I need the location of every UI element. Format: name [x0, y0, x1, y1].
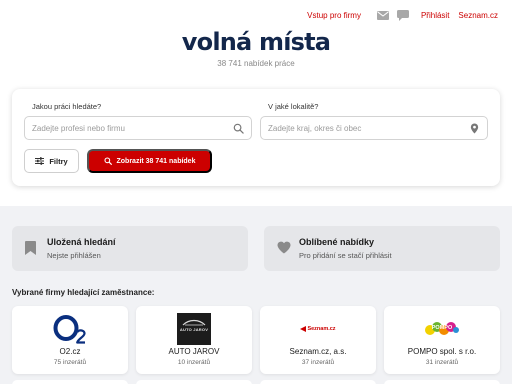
search-icon: [103, 157, 112, 165]
mail-icon[interactable]: [376, 10, 389, 20]
employer-login-link[interactable]: Vstup pro firmy: [307, 11, 361, 20]
saved-searches-title: Uložená hledání: [47, 237, 116, 247]
employer-offer-count: 31 inzerátů: [425, 359, 459, 366]
show-offers-label: Zobrazit 38 741 nabídek: [116, 157, 196, 165]
site-logo[interactable]: volná místa: [0, 28, 512, 56]
top-nav: Vstup pro firmy Přihlásit Seznam.cz: [307, 9, 498, 21]
favorite-offers-subtitle: Pro přidání se stačí přihlásit: [299, 251, 392, 260]
where-field-wrapper: [260, 116, 488, 140]
chat-icon[interactable]: [396, 9, 409, 21]
employer-card-peek: [136, 380, 252, 384]
search-card: Jakou práci hledáte? V jaké lokalitě? Fi…: [12, 89, 500, 186]
employer-card-auto-jarov[interactable]: AUTO JAROV AUTO JAROV 10 inzerátů: [136, 306, 252, 374]
employer-card-o2[interactable]: O2.cz 75 inzerátů: [12, 306, 128, 374]
saved-searches-card[interactable]: Uložená hledání Nejste přihlášen: [12, 226, 248, 271]
employer-card-peek: [12, 380, 128, 384]
seznam-link[interactable]: Seznam.cz: [458, 11, 498, 20]
sign-in-link[interactable]: Přihlásit: [421, 11, 449, 20]
employer-name: AUTO JAROV: [168, 347, 220, 356]
employer-card-peek: [384, 380, 500, 384]
employer-offer-count: 37 inzerátů: [301, 359, 335, 366]
favorite-offers-card[interactable]: Oblíbené nabídky Pro přidání se stačí př…: [264, 226, 500, 271]
pompo-logo: POMPO: [384, 311, 500, 347]
auto-jarov-logo: AUTO JAROV: [136, 311, 252, 347]
employer-card-pompo[interactable]: POMPO POMPO spol. s r.o. 31 inzerátů: [384, 306, 500, 374]
where-label: V jaké lokalitě?: [268, 102, 319, 111]
pompo-logo-text: POMPO: [431, 325, 453, 331]
auto-jarov-logo-text: AUTO JAROV: [179, 327, 209, 332]
employer-card-seznam[interactable]: Seznam.cz Seznam.cz, a.s. 37 inzerátů: [260, 306, 376, 374]
employer-offer-count: 10 inzerátů: [177, 359, 211, 366]
seznam-logo-text: Seznam.cz: [307, 326, 336, 332]
filters-button[interactable]: Filtry: [24, 149, 79, 173]
featured-employers-heading: Vybrané firmy hledající zaměstnance:: [12, 288, 155, 297]
what-label: Jakou práci hledáte?: [32, 102, 102, 111]
offer-count: 38 741 nabídek práce: [217, 59, 295, 68]
bookmark-icon: [25, 241, 36, 255]
show-offers-button[interactable]: Zobrazit 38 741 nabídek: [87, 149, 212, 173]
location-pin-icon: [470, 123, 479, 134]
saved-searches-subtitle: Nejste přihlášen: [47, 251, 101, 260]
employer-offer-count: 75 inzerátů: [53, 359, 87, 366]
filters-label: Filtry: [49, 156, 68, 166]
what-field-wrapper: [24, 116, 252, 140]
employer-name: POMPO spol. s r.o.: [407, 347, 477, 356]
employer-name: O2.cz: [59, 347, 81, 356]
seznam-logo: Seznam.cz: [260, 311, 376, 347]
favorite-offers-title: Oblíbené nabídky: [299, 237, 375, 247]
heart-icon: [277, 241, 291, 254]
o2-logo: [12, 311, 128, 347]
profession-search-input[interactable]: [25, 117, 251, 139]
employer-card-peek: [260, 380, 376, 384]
search-icon: [233, 123, 244, 134]
employer-name: Seznam.cz, a.s.: [289, 347, 347, 356]
filter-sliders-icon: [35, 157, 45, 165]
location-search-input[interactable]: [261, 117, 487, 139]
